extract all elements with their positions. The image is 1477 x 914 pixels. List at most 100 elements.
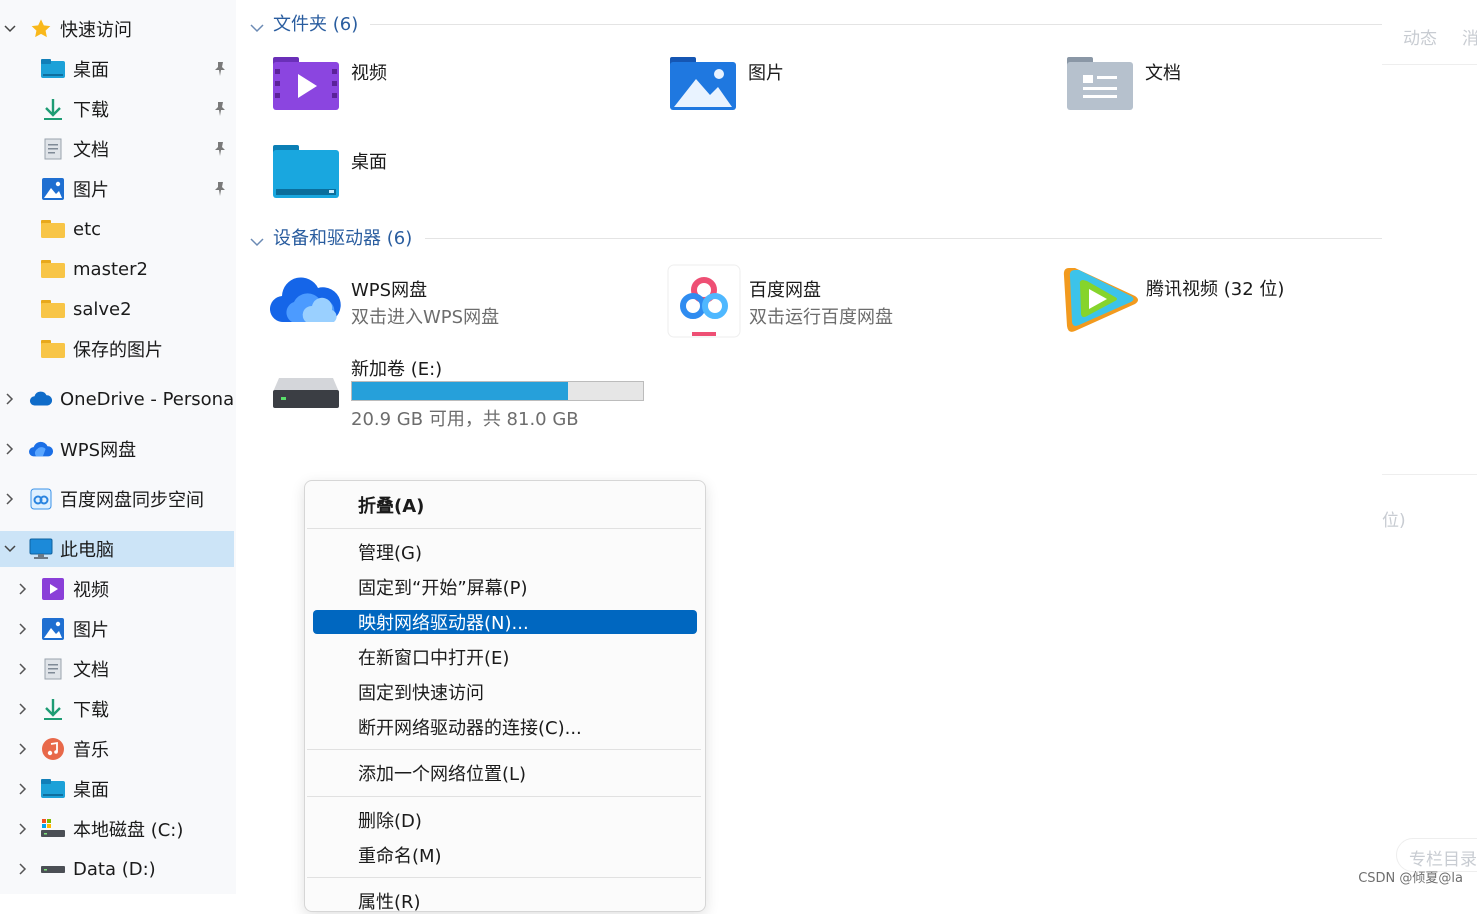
pin-icon[interactable] [210, 179, 230, 199]
drive-icon [273, 374, 339, 414]
nav-folder-salve2[interactable]: salve2 [0, 291, 234, 327]
menu-item-pin-to-start[interactable]: 固定到“开始”屏幕(P) [313, 574, 697, 600]
chevron-right-icon[interactable] [4, 391, 16, 407]
pin-icon[interactable] [210, 99, 230, 119]
nav-wps-cloud[interactable]: WPS网盘 [0, 431, 234, 467]
menu-item-open-new-window[interactable]: 在新窗口中打开(E) [313, 644, 697, 670]
menu-item-pin-quick-access[interactable]: 固定到快速访问 [313, 679, 697, 705]
menu-item-add-network-location[interactable]: 添加一个网络位置(L) [313, 760, 697, 786]
menu-item-map-network-drive[interactable]: 映射网络驱动器(N)... [313, 610, 697, 634]
desktop-folder-icon [41, 57, 65, 81]
nav-label: 百度网盘同步空间 [60, 490, 204, 511]
nav-data-d[interactable]: Data (D:) [0, 851, 234, 887]
local-disk-icon [41, 817, 65, 841]
nav-baidu-sync[interactable]: 百度网盘同步空间 [0, 481, 234, 517]
menu-item-label: 固定到快速访问 [358, 683, 484, 704]
menu-item-collapse[interactable]: 折叠(A) [313, 492, 697, 518]
ghost-text: 消 [1462, 29, 1477, 49]
chevron-down-icon[interactable] [4, 541, 16, 557]
menu-item-rename[interactable]: 重命名(M) [313, 842, 697, 868]
section-title: 设备和驱动器 (6) [273, 228, 413, 249]
folder-icon [41, 257, 65, 281]
chevron-right-icon[interactable] [17, 661, 29, 677]
menu-item-label: 管理(G) [358, 543, 422, 564]
nav-label: 文档 [73, 140, 109, 161]
picture-icon [41, 617, 65, 641]
drive-name: 新加卷 (E:) [351, 359, 443, 380]
drive-usage-fill [352, 382, 568, 400]
nav-pc-music[interactable]: 音乐 [0, 731, 234, 767]
device-description: 双击运行百度网盘 [749, 307, 893, 328]
nav-folder-etc[interactable]: etc [0, 211, 234, 247]
chevron-right-icon[interactable] [17, 621, 29, 637]
ghost-text: 位) [1382, 511, 1406, 531]
folder-name: 视频 [351, 63, 387, 84]
menu-separator [307, 877, 701, 878]
chevron-right-icon[interactable] [4, 441, 16, 457]
nav-desktop[interactable]: 桌面 [0, 51, 234, 87]
menu-item-delete[interactable]: 删除(D) [313, 807, 697, 833]
chevron-right-icon[interactable] [17, 861, 29, 877]
folder-name: 桌面 [351, 152, 387, 173]
chevron-down-icon[interactable] [250, 231, 264, 252]
chevron-right-icon[interactable] [17, 581, 29, 597]
section-divider [370, 24, 1382, 25]
menu-item-label: 断开网络驱动器的连接(C)... [358, 718, 582, 739]
nav-pictures[interactable]: 图片 [0, 171, 234, 207]
music-icon [41, 737, 65, 761]
nav-this-pc[interactable]: 此电脑 [0, 531, 234, 567]
baidu-netdisk-icon [667, 264, 741, 342]
chevron-down-icon[interactable] [250, 17, 264, 38]
nav-folder-saved-pictures[interactable]: 保存的图片 [0, 331, 234, 367]
menu-item-disconnect-network-drive[interactable]: 断开网络驱动器的连接(C)... [313, 714, 697, 740]
folder-name: 图片 [748, 63, 784, 84]
document-folder-icon [1067, 57, 1133, 115]
nav-local-disk-c[interactable]: 本地磁盘 (C:) [0, 811, 234, 847]
nav-label: Data (D:) [73, 858, 156, 880]
chevron-right-icon[interactable] [4, 491, 16, 507]
section-divider [425, 238, 1382, 239]
menu-item-label: 在新窗口中打开(E) [358, 648, 510, 669]
folder-icon [41, 297, 65, 321]
chevron-right-icon[interactable] [17, 741, 29, 757]
menu-item-manage[interactable]: 管理(G) [313, 539, 697, 565]
drive-free-space: 20.9 GB 可用，共 81.0 GB [351, 409, 579, 430]
chevron-right-icon[interactable] [17, 781, 29, 797]
nav-downloads[interactable]: 下载 [0, 91, 234, 127]
pin-icon[interactable] [210, 59, 230, 79]
nav-label: etc [73, 218, 102, 240]
drive-icon [41, 857, 65, 881]
menu-separator [307, 749, 701, 750]
nav-pc-documents[interactable]: 文档 [0, 651, 234, 687]
onedrive-cloud-icon [29, 387, 53, 411]
menu-item-properties[interactable]: 属性(R) [313, 888, 697, 914]
nav-pc-desktop[interactable]: 桌面 [0, 771, 234, 807]
nav-label: 音乐 [73, 740, 109, 761]
nav-label: 快速访问 [60, 20, 132, 41]
menu-separator [307, 796, 701, 797]
folder-icon [41, 337, 65, 361]
chevron-down-icon[interactable] [4, 21, 16, 37]
baidu-sync-icon [29, 487, 53, 511]
chevron-right-icon[interactable] [17, 701, 29, 717]
pin-icon[interactable] [210, 139, 230, 159]
section-title: 文件夹 (6) [273, 14, 359, 35]
nav-videos[interactable]: 视频 [0, 571, 234, 607]
nav-onedrive[interactable]: OneDrive - Persona [0, 381, 234, 417]
drive-usage-bar [351, 381, 644, 401]
watermark: CSDN @倾夏@la [1358, 871, 1463, 886]
nav-label: salve2 [73, 298, 132, 320]
nav-quick-access[interactable]: 快速访问 [0, 11, 234, 47]
ghost-text: 动态 [1403, 29, 1437, 49]
nav-label: 文档 [73, 660, 109, 681]
nav-label: 下载 [73, 100, 109, 121]
nav-label: 本地磁盘 (C:) [73, 820, 184, 841]
nav-pc-downloads[interactable]: 下载 [0, 691, 234, 727]
nav-folder-master2[interactable]: master2 [0, 251, 234, 287]
nav-label: 视频 [73, 580, 109, 601]
folder-icon [41, 217, 65, 241]
nav-label: 保存的图片 [73, 340, 163, 361]
nav-documents[interactable]: 文档 [0, 131, 234, 167]
nav-pc-pictures[interactable]: 图片 [0, 611, 234, 647]
chevron-right-icon[interactable] [17, 821, 29, 837]
